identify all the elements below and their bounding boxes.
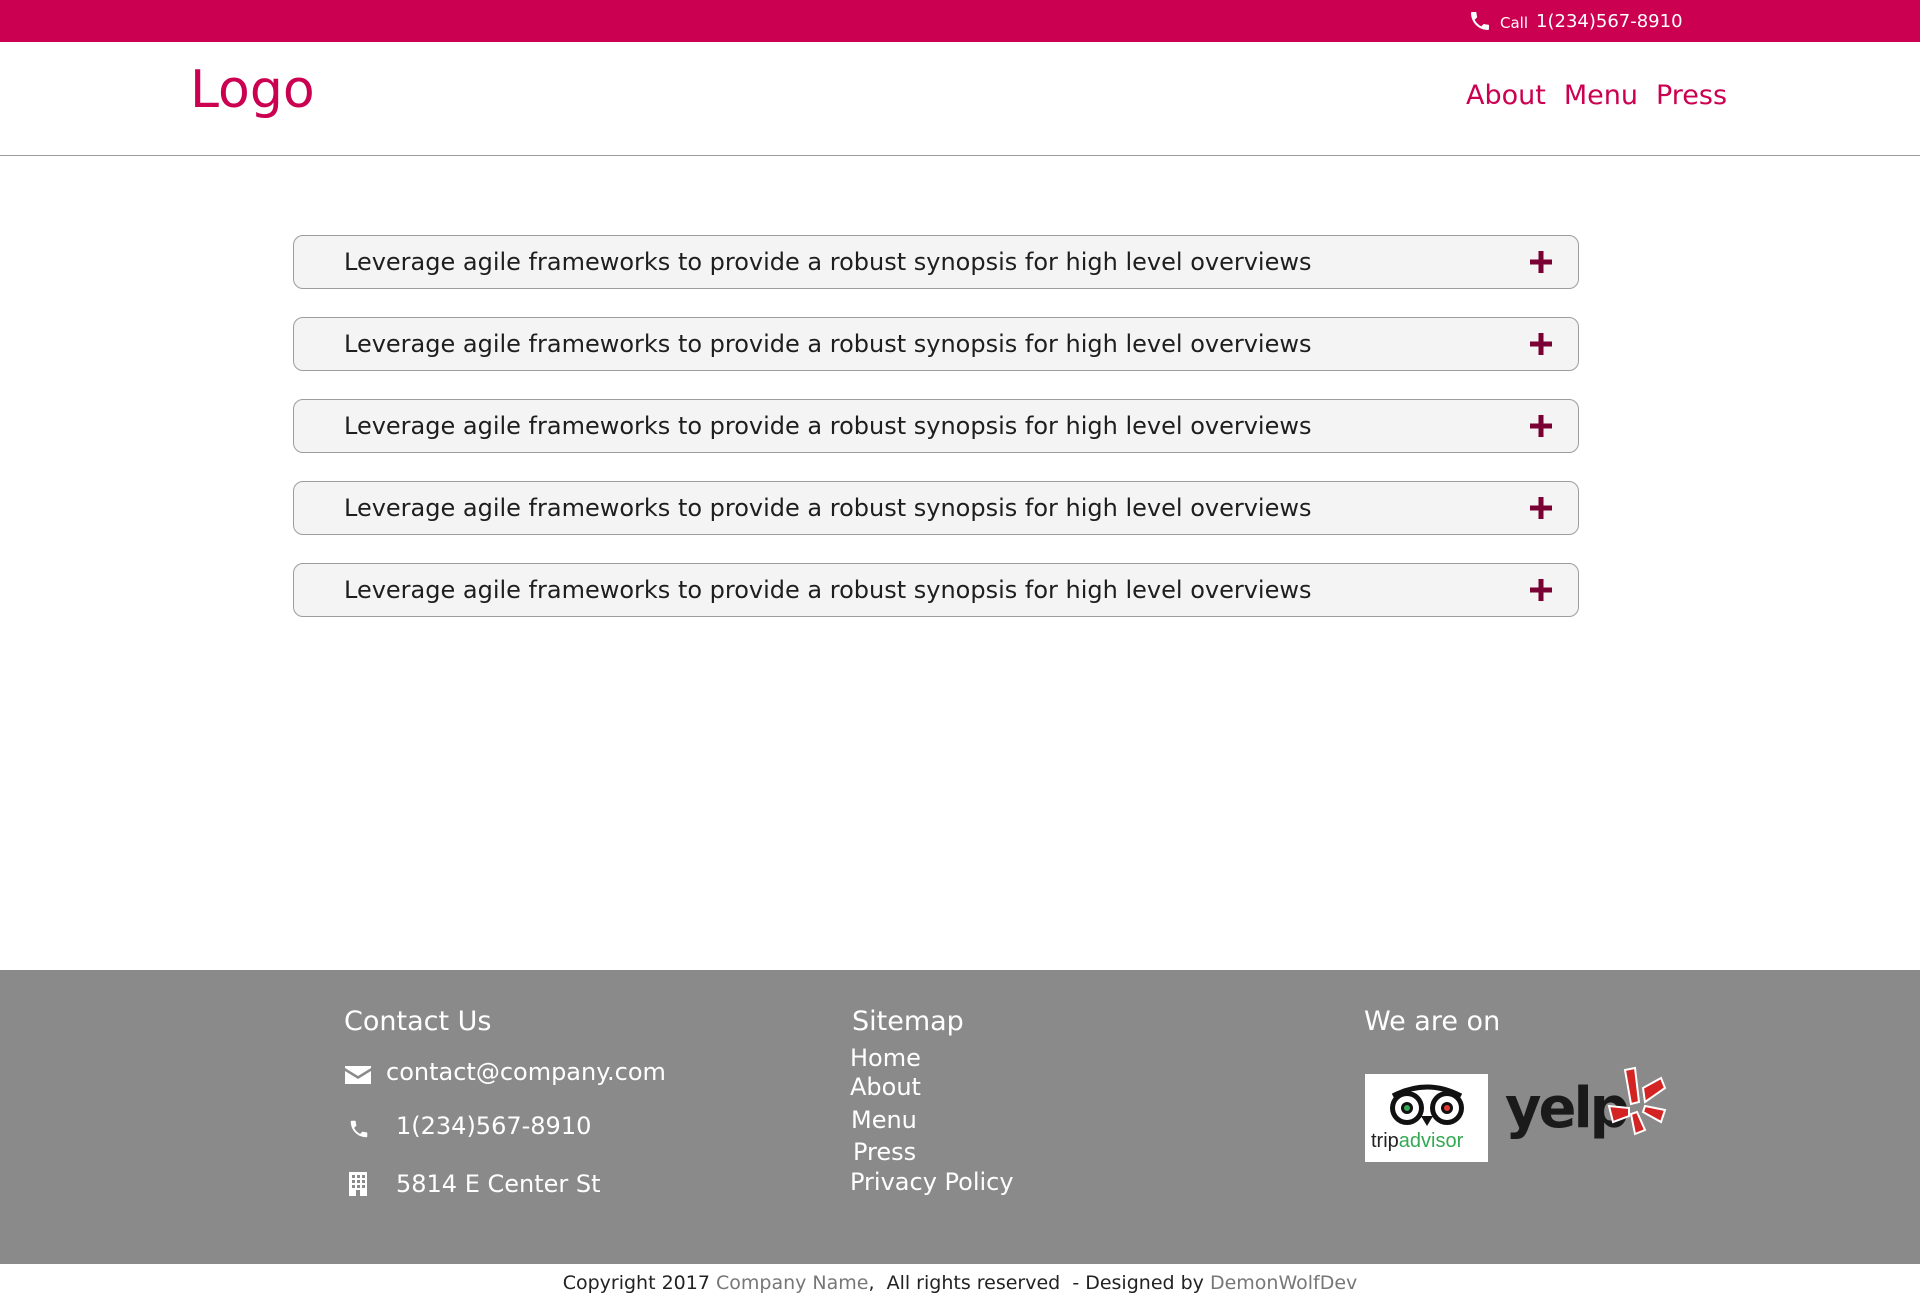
main-nav: About Menu Press xyxy=(1466,80,1727,111)
phone-icon xyxy=(350,1120,368,1138)
contact-heading: Contact Us xyxy=(344,1006,492,1037)
contact-email[interactable]: contact@company.com xyxy=(344,1058,666,1086)
accordion-item-label: Leverage agile frameworks to provide a r… xyxy=(344,494,1312,522)
sitemap-link-home[interactable]: Home xyxy=(850,1044,921,1072)
contact-phone-text: 1(234)567-8910 xyxy=(396,1112,592,1140)
sitemap-heading: Sitemap xyxy=(852,1006,964,1037)
social-heading: We are on xyxy=(1364,1006,1501,1037)
site-header: Logo About Menu Press xyxy=(0,42,1920,156)
accordion-item[interactable]: Leverage agile frameworks to provide a r… xyxy=(293,317,1579,371)
contact-address: 5814 E Center St xyxy=(348,1170,601,1198)
envelope-icon xyxy=(345,1066,371,1084)
plus-icon[interactable] xyxy=(1529,578,1553,602)
top-bar: Call 1(234)567-8910 xyxy=(0,0,1920,42)
accordion-item[interactable]: Leverage agile frameworks to provide a r… xyxy=(293,235,1579,289)
plus-icon[interactable] xyxy=(1529,414,1553,438)
nav-about[interactable]: About xyxy=(1466,80,1546,111)
sitemap-link-privacy-policy[interactable]: Privacy Policy xyxy=(850,1168,1014,1196)
copyright-bar: Copyright 2017 Company Name, All rights … xyxy=(0,1264,1920,1302)
copyright-middle: , All rights reserved - Designed by xyxy=(868,1272,1210,1294)
copyright-prefix: Copyright 2017 xyxy=(562,1272,716,1294)
yelp-logo[interactable]: yelp xyxy=(1505,1066,1667,1150)
accordion-item-label: Leverage agile frameworks to provide a r… xyxy=(344,248,1312,276)
site-footer: Contact Us contact@company.com 1(234)567… xyxy=(0,970,1920,1264)
accordion-item-label: Leverage agile frameworks to provide a r… xyxy=(344,412,1312,440)
faq-accordion: Leverage agile frameworks to provide a r… xyxy=(293,235,1579,645)
yelp-burst-icon xyxy=(1607,1066,1667,1136)
sitemap-link-menu[interactable]: Menu xyxy=(851,1106,917,1134)
tripadvisor-owl-icon xyxy=(1390,1084,1464,1126)
call-link[interactable]: Call 1(234)567-8910 xyxy=(1468,0,1683,42)
contact-email-text: contact@company.com xyxy=(386,1058,666,1086)
contact-address-text: 5814 E Center St xyxy=(396,1170,601,1198)
nav-menu[interactable]: Menu xyxy=(1564,80,1638,111)
tripadvisor-wordmark: tripadvisor xyxy=(1371,1130,1464,1152)
accordion-item-label: Leverage agile frameworks to provide a r… xyxy=(344,330,1312,358)
sitemap-link-press[interactable]: Press xyxy=(853,1138,916,1166)
tripadvisor-logo[interactable]: tripadvisor xyxy=(1365,1074,1488,1162)
logo[interactable]: Logo xyxy=(190,60,315,120)
phone-icon xyxy=(1471,12,1489,30)
accordion-item[interactable]: Leverage agile frameworks to provide a r… xyxy=(293,481,1579,535)
call-phone-number: 1(234)567-8910 xyxy=(1536,10,1683,32)
building-icon xyxy=(349,1172,367,1196)
call-label: Call xyxy=(1500,13,1529,32)
nav-press[interactable]: Press xyxy=(1656,80,1727,111)
plus-icon[interactable] xyxy=(1529,250,1553,274)
accordion-item[interactable]: Leverage agile frameworks to provide a r… xyxy=(293,563,1579,617)
designer-link[interactable]: DemonWolfDev xyxy=(1210,1272,1357,1294)
accordion-item[interactable]: Leverage agile frameworks to provide a r… xyxy=(293,399,1579,453)
accordion-item-label: Leverage agile frameworks to provide a r… xyxy=(344,576,1312,604)
plus-icon[interactable] xyxy=(1529,332,1553,356)
sitemap-link-about[interactable]: About xyxy=(850,1073,921,1101)
copyright-company-link[interactable]: Company Name xyxy=(716,1272,868,1294)
plus-icon[interactable] xyxy=(1529,496,1553,520)
contact-phone[interactable]: 1(234)567-8910 xyxy=(348,1112,591,1140)
